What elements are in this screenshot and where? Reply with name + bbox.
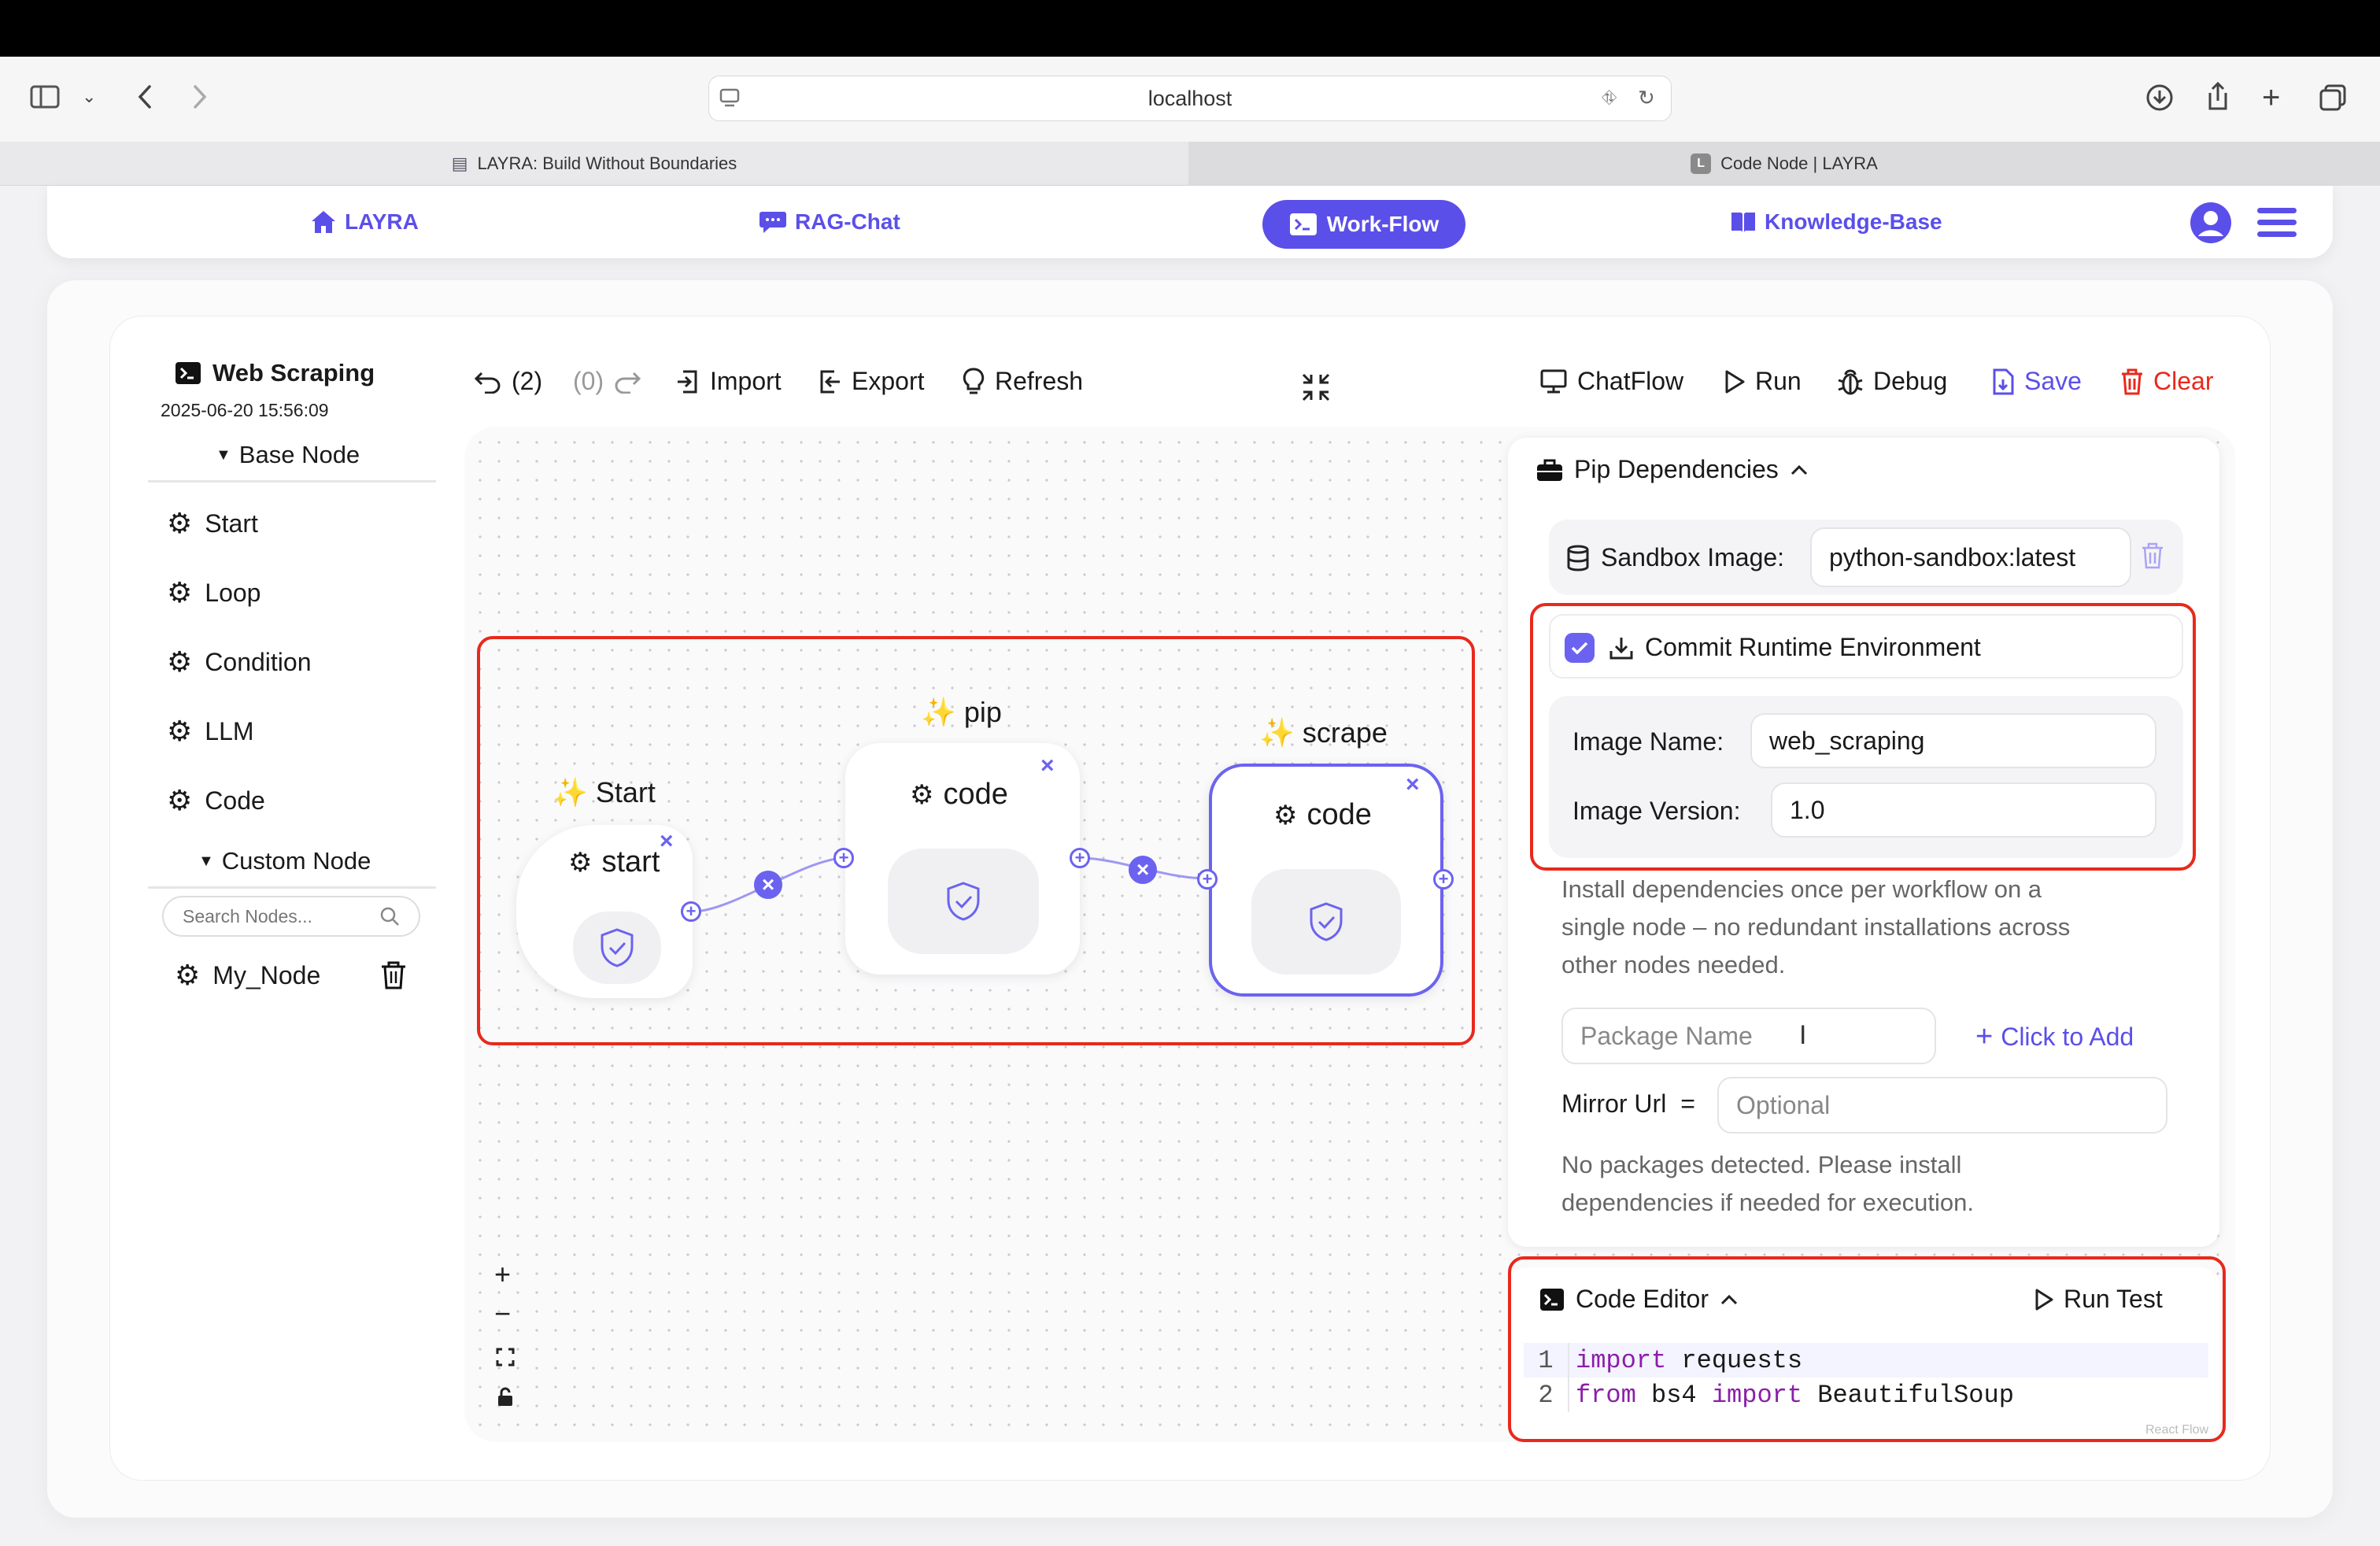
sandbox-label-group: Sandbox Image: <box>1566 543 1784 572</box>
node-status <box>1251 869 1401 975</box>
text-cursor-icon: I <box>1799 1020 1807 1050</box>
fit-view-icon[interactable] <box>496 1348 515 1367</box>
package-name-input[interactable]: Package Name <box>1561 1008 1936 1064</box>
node-name: code <box>1306 798 1372 831</box>
node-delete-icon[interactable]: × <box>1040 753 1055 779</box>
add-package-label: Click to Add <box>2001 1023 2134 1051</box>
node-pip-header: ⚙ code <box>910 778 1008 812</box>
database-icon <box>1567 545 1589 571</box>
node-status <box>573 912 661 984</box>
mirror-url-label-group: Mirror Url = <box>1561 1089 1695 1119</box>
add-package-button[interactable]: + Click to Add <box>1975 1020 2134 1054</box>
install-hint-text: Install dependencies once per workflow o… <box>1561 871 2070 984</box>
node-start-title: ✨ Start <box>552 776 656 809</box>
lock-icon[interactable] <box>497 1387 514 1407</box>
node-pip-output-handle[interactable]: + <box>1070 848 1090 868</box>
hint-line: other nodes needed. <box>1561 951 1786 978</box>
node-scrape-output-handle[interactable]: + <box>1433 869 1454 890</box>
edge-delete-icon[interactable]: × <box>754 871 782 899</box>
mirror-url-input[interactable]: Optional <box>1717 1077 2168 1134</box>
edge-delete-icon[interactable]: × <box>1129 856 1157 884</box>
sandbox-value: python-sandbox:latest <box>1829 542 2076 571</box>
sparkle-icon: ✨ <box>552 776 588 808</box>
node-pip-title: ✨ pip <box>921 696 1002 729</box>
sparkle-icon: ✨ <box>921 696 956 728</box>
highlight-commit-runtime <box>1530 603 2196 871</box>
gear-icon: ⚙ <box>568 847 593 878</box>
sandbox-delete-icon[interactable] <box>2141 542 2164 570</box>
node-pip-input-handle[interactable]: + <box>833 848 854 868</box>
no-packages-text: No packages detected. Please install dep… <box>1561 1146 1974 1222</box>
pip-panel-header[interactable]: Pip Dependencies <box>1536 455 1809 484</box>
plus-icon: + <box>1975 1020 1994 1053</box>
zoom-in-button[interactable]: + <box>494 1258 511 1291</box>
node-start-output-handle[interactable]: + <box>681 901 701 922</box>
mirror-url-equals: = <box>1680 1089 1695 1118</box>
node-title: scrape <box>1302 716 1388 749</box>
sandbox-label: Sandbox Image: <box>1601 543 1785 571</box>
hint-line: Install dependencies once per workflow o… <box>1561 875 2042 903</box>
node-name: start <box>601 845 660 878</box>
empty-line: No packages detected. Please install <box>1561 1151 1962 1178</box>
node-scrape-input-handle[interactable]: + <box>1197 869 1218 890</box>
node-start-header: ⚙ start <box>568 845 660 879</box>
hint-line: single node – no redundant installations… <box>1561 913 2071 941</box>
empty-line: dependencies if needed for execution. <box>1561 1189 1974 1216</box>
node-scrape-title: ✨ scrape <box>1259 716 1388 749</box>
sandbox-image-row: Sandbox Image: python-sandbox:latest <box>1549 520 2183 595</box>
node-title: pip <box>963 696 1002 728</box>
node-delete-icon[interactable]: × <box>660 828 674 855</box>
node-name: code <box>943 778 1008 811</box>
shield-check-icon <box>947 882 980 921</box>
node-delete-icon[interactable]: × <box>1406 771 1420 798</box>
gear-icon: ⚙ <box>1273 800 1298 830</box>
mirror-url-placeholder: Optional <box>1736 1090 1831 1119</box>
highlight-code-editor <box>1508 1256 2226 1442</box>
node-scrape[interactable]: ⚙ code × <box>1209 764 1443 997</box>
mirror-url-label: Mirror Url <box>1561 1089 1667 1118</box>
sparkle-icon: ✨ <box>1259 716 1295 749</box>
node-status <box>888 849 1039 954</box>
gear-icon: ⚙ <box>910 779 934 810</box>
briefcase-icon <box>1537 459 1562 481</box>
zoom-out-button[interactable]: − <box>494 1297 511 1330</box>
node-scrape-header: ⚙ code <box>1273 798 1372 832</box>
package-name-placeholder: Package Name <box>1580 1021 1753 1050</box>
chevron-up-icon <box>1791 464 1807 475</box>
node-pip[interactable]: ⚙ code × <box>845 743 1080 975</box>
sandbox-image-input[interactable]: python-sandbox:latest <box>1810 527 2131 587</box>
node-title: Start <box>595 776 656 808</box>
shield-check-icon <box>1310 902 1343 941</box>
node-start[interactable]: ⚙ start × <box>516 825 693 998</box>
pip-panel-title: Pip Dependencies <box>1574 455 1779 483</box>
shield-check-icon <box>601 928 634 967</box>
